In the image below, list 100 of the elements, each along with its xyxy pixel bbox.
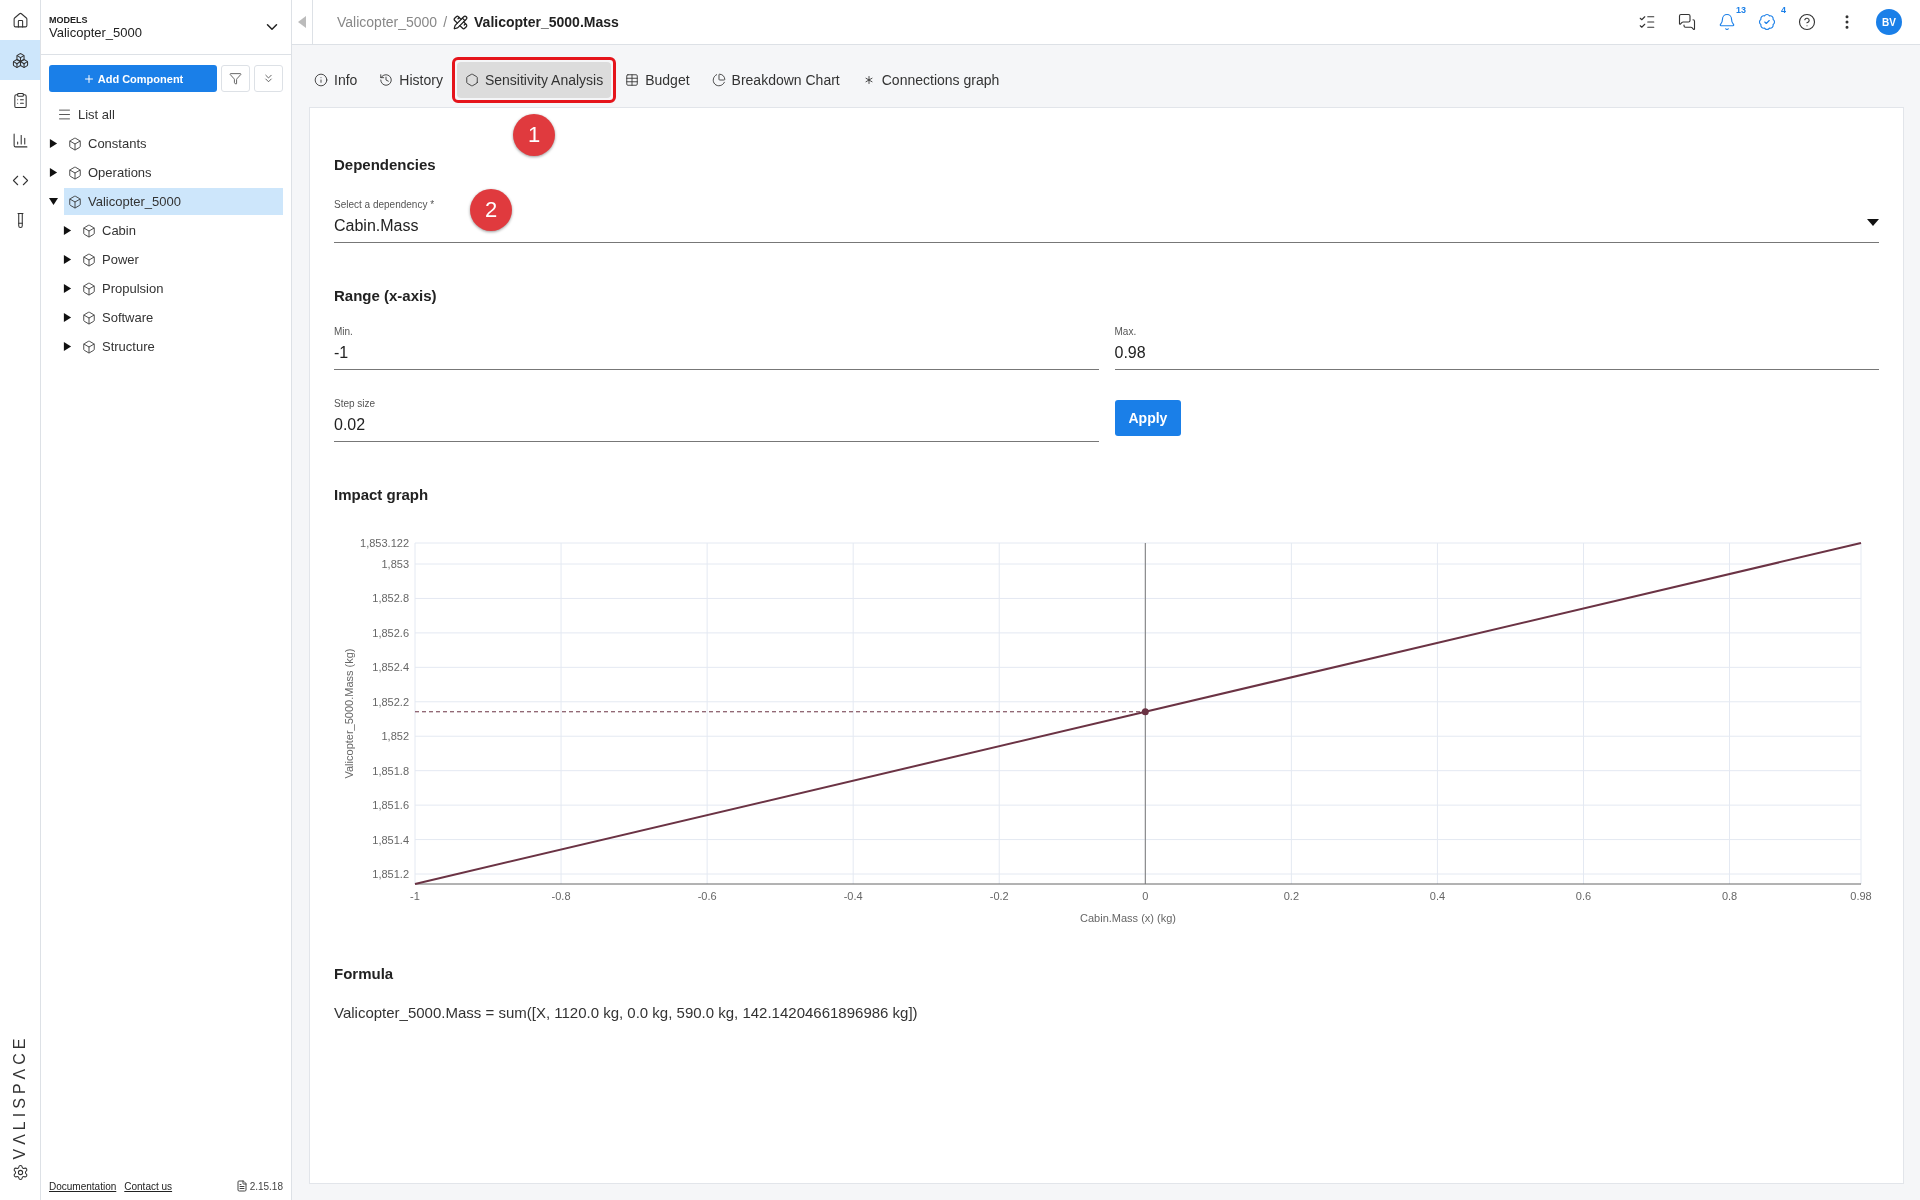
step-size-input[interactable]: Step size 0.02 (334, 394, 1099, 442)
x-tick-label: 0.4 (1429, 890, 1446, 902)
caret-icon[interactable] (63, 342, 72, 351)
caret-icon[interactable] (63, 255, 72, 264)
document-icon (235, 1180, 248, 1192)
tree-item[interactable]: Structure (78, 333, 283, 360)
section-caption: MODELS (49, 14, 89, 25)
clipboard-icon (11, 91, 29, 109)
double-chevron-icon (262, 72, 275, 85)
step-marker: 2 (470, 189, 512, 231)
tree-item[interactable]: Propulsion (78, 275, 283, 302)
x-tick-label: 0.2 (1283, 890, 1299, 902)
cube-icon (68, 136, 82, 151)
chat-icon[interactable] (1678, 13, 1696, 31)
settings-icon (11, 1163, 29, 1181)
tab[interactable]: Info (306, 62, 366, 98)
tree-item[interactable]: Constants (64, 130, 283, 157)
x-tick-label: -0.2 (989, 890, 1009, 902)
x-tick-label: 0.98 (1850, 890, 1872, 902)
notification-count: 13 (1736, 5, 1746, 15)
task-count: 4 (1781, 5, 1786, 15)
x-tick-label: -1 (410, 890, 420, 902)
caret-icon[interactable] (49, 139, 58, 148)
tab[interactable]: Sensitivity Analysis (456, 62, 612, 98)
tree-item[interactable]: Operations (64, 159, 283, 186)
tab-label: History (399, 72, 443, 88)
filter-icon (229, 72, 242, 85)
data-point (1141, 708, 1149, 716)
cube-icon (82, 223, 96, 238)
list-all-item[interactable]: List all (53, 101, 283, 128)
y-axis-title: Valicopter_5000.Mass (kg) (343, 648, 355, 779)
model-name: Valicopter_5000 (49, 24, 142, 40)
y-tick-label: 1,852.6 (372, 626, 409, 639)
footer-link[interactable]: Documentation (49, 1180, 117, 1192)
x-tick-label: 0 (1142, 890, 1149, 902)
add-component-button[interactable]: Add Component (49, 65, 217, 92)
table-icon (625, 73, 640, 87)
y-tick-label: 1,853 (381, 558, 409, 570)
caret-icon[interactable] (63, 313, 72, 322)
tree-item[interactable]: Power (78, 246, 283, 273)
cube-icon (68, 165, 82, 180)
breadcrumb-link[interactable]: Valicopter_5000 (337, 14, 438, 30)
tab-label: Budget (645, 72, 690, 88)
apply-button[interactable]: Apply (1114, 400, 1182, 436)
cube-icon (82, 281, 96, 296)
history-icon (379, 73, 394, 87)
x-tick-label: -0.6 (697, 890, 717, 902)
tab-label: Breakdown Chart (731, 72, 840, 88)
tab-label: Sensitivity Analysis (484, 72, 604, 88)
y-tick-label: 1,852.4 (372, 661, 409, 674)
y-tick-label: 1,851.4 (372, 833, 409, 846)
plus-icon (82, 72, 95, 85)
section-title: Dependencies (334, 156, 437, 173)
x-tick-label: -0.4 (843, 890, 863, 902)
tree-item[interactable]: Cabin (78, 217, 283, 244)
x-tick-label: 0.8 (1721, 890, 1738, 902)
nav-button[interactable] (0, 40, 40, 80)
tree-item[interactable]: Software (78, 304, 283, 331)
version-label: 2.15.18 (249, 1180, 283, 1192)
pie-chart-icon (711, 73, 726, 87)
tab-label: Info (334, 72, 358, 88)
tree-item[interactable]: Valicopter_5000 (64, 188, 283, 215)
chart-icon (11, 131, 29, 149)
filter-button[interactable] (221, 65, 250, 92)
hexagon-icon (464, 73, 479, 87)
cube-icon (82, 252, 96, 267)
tab[interactable]: Connections graph (853, 62, 1008, 98)
cube-icon (82, 339, 96, 354)
cube-icon (68, 194, 82, 209)
tasks-icon[interactable] (1758, 13, 1776, 31)
help-icon[interactable] (1798, 13, 1816, 31)
menu-icon (57, 107, 72, 122)
caret-icon[interactable] (63, 284, 72, 293)
y-tick-label: 1,852.2 (372, 695, 409, 708)
y-tick-label: 1,851.8 (372, 764, 409, 777)
tab[interactable]: History (371, 62, 451, 98)
pencil-ruler-icon (453, 14, 469, 30)
caret-icon[interactable] (49, 197, 58, 206)
breadcrumb-separator: / (443, 14, 448, 30)
tab[interactable]: Budget (617, 62, 698, 98)
caret-icon[interactable] (63, 226, 72, 235)
x-tick-label: -0.8 (551, 890, 571, 902)
y-tick-label: 1,852 (381, 730, 409, 743)
breadcrumb-current: Valicopter_5000.Mass (474, 14, 619, 30)
footer-link[interactable]: Contact us (124, 1180, 173, 1192)
section-title: Range (x-axis) (334, 287, 438, 304)
max-input[interactable]: Max. 0.98 (1114, 322, 1879, 370)
caret-icon[interactable] (49, 168, 58, 177)
section-title: Impact graph (334, 486, 430, 503)
tab-label: Connections graph (881, 72, 1000, 88)
min-input[interactable]: Min. -1 (334, 322, 1099, 370)
notifications-icon[interactable] (1718, 13, 1736, 31)
info-icon (314, 73, 328, 87)
section-title: Formula (334, 965, 395, 982)
checklist-icon[interactable] (1638, 13, 1656, 31)
y-tick-label: 1,851.2 (372, 868, 409, 880)
x-tick-label: 0.6 (1575, 890, 1592, 902)
logo: VΛLISPΛCE (11, 1034, 29, 1160)
user-avatar[interactable]: BV (1876, 9, 1902, 35)
tab[interactable]: Breakdown Chart (703, 62, 848, 98)
